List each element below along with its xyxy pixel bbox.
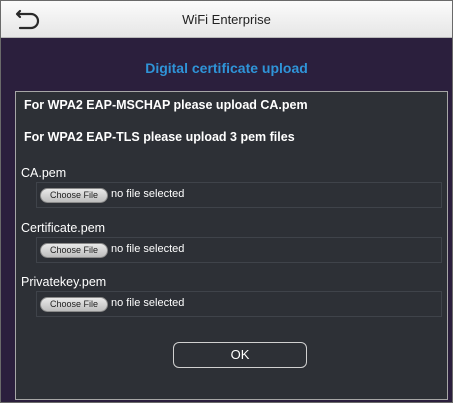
certificate-pem-file-status: no file selected — [111, 243, 185, 255]
ca-pem-choose-file-button[interactable]: Choose File — [40, 188, 108, 203]
privatekey-pem-choose-file-button[interactable]: Choose File — [40, 297, 108, 312]
wifi-enterprise-window: WiFi Enterprise Digital certificate uplo… — [0, 0, 453, 403]
section-title: Digital certificate upload — [145, 60, 308, 76]
upload-panel: For WPA2 EAP-MSCHAP please upload CA.pem… — [15, 91, 448, 400]
certificate-pem-label: Certificate.pem — [21, 221, 106, 235]
page-content: Digital certificate upload For WPA2 EAP-… — [1, 38, 452, 402]
ca-pem-file-status: no file selected — [111, 188, 185, 200]
privatekey-pem-file-status: no file selected — [111, 297, 185, 309]
title-bar: WiFi Enterprise — [1, 1, 452, 38]
ca-pem-file-input[interactable]: Choose File no file selected — [36, 182, 442, 208]
tls-note: For WPA2 EAP-TLS please upload 3 pem fil… — [24, 130, 295, 144]
privatekey-pem-label: Privatekey.pem — [21, 275, 107, 289]
ca-pem-label: CA.pem — [21, 166, 67, 180]
mschap-note: For WPA2 EAP-MSCHAP please upload CA.pem — [24, 98, 308, 112]
certificate-pem-choose-file-button[interactable]: Choose File — [40, 243, 108, 258]
ok-button[interactable]: OK — [173, 342, 307, 368]
privatekey-pem-file-input[interactable]: Choose File no file selected — [36, 291, 442, 317]
window-title: WiFi Enterprise — [182, 12, 271, 27]
certificate-pem-file-input[interactable]: Choose File no file selected — [36, 237, 442, 263]
